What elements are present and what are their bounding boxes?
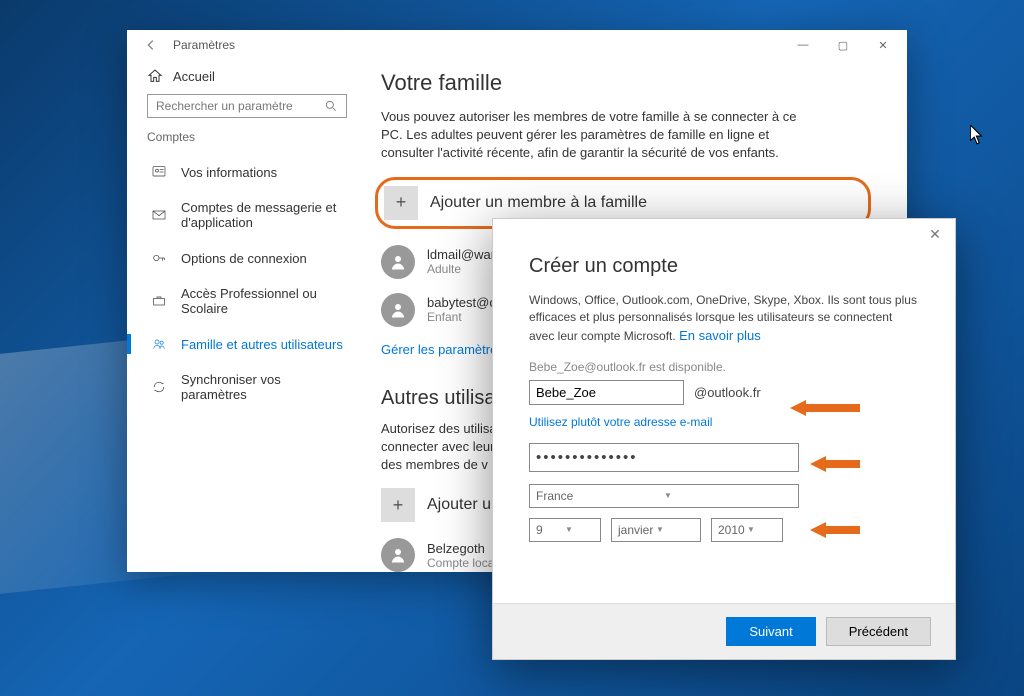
sidebar-home[interactable]: Accueil: [147, 68, 347, 84]
sidebar-item-email-accounts[interactable]: Comptes de messagerie et d'application: [147, 190, 347, 240]
home-icon: [147, 68, 163, 84]
dob-year-select[interactable]: 2010▼: [711, 518, 783, 542]
plus-icon: +: [384, 186, 418, 220]
people-icon: [151, 336, 167, 352]
mail-icon: [151, 207, 167, 223]
annotation-arrow: [810, 454, 860, 474]
sidebar: Accueil Rechercher un paramètre Comptes …: [127, 60, 367, 572]
key-icon: [151, 250, 167, 266]
sidebar-item-label: Options de connexion: [181, 251, 307, 266]
sidebar-item-label: Synchroniser vos paramètres: [181, 372, 347, 402]
dialog-title: Créer un compte: [529, 255, 919, 278]
create-account-dialog: ✕ Créer un compte Windows, Office, Outlo…: [492, 218, 956, 660]
sidebar-item-signin-options[interactable]: Options de connexion: [147, 240, 347, 276]
dob-day-select[interactable]: 9▼: [529, 518, 601, 542]
next-button[interactable]: Suivant: [726, 617, 815, 646]
other-user-type: Compte local: [427, 556, 497, 570]
sidebar-item-sync[interactable]: Synchroniser vos paramètres: [147, 362, 347, 412]
search-icon: [324, 99, 338, 113]
sidebar-item-label: Comptes de messagerie et d'application: [181, 200, 347, 230]
window-title: Paramètres: [173, 38, 235, 52]
sidebar-item-label: Accès Professionnel ou Scolaire: [181, 286, 347, 316]
chevron-down-icon: ▼: [656, 525, 694, 534]
dialog-close-button[interactable]: ✕: [915, 219, 955, 249]
sidebar-category: Comptes: [147, 130, 347, 144]
search-placeholder: Rechercher un paramètre: [156, 99, 324, 113]
person-card-icon: [151, 164, 167, 180]
dialog-description: Windows, Office, Outlook.com, OneDrive, …: [529, 292, 919, 346]
plus-icon: +: [381, 488, 415, 522]
sidebar-item-label: Vos informations: [181, 165, 277, 180]
annotation-arrow: [810, 520, 860, 540]
minimize-button[interactable]: —: [783, 30, 823, 60]
close-button[interactable]: ✕: [863, 30, 903, 60]
avatar-icon: [381, 538, 415, 572]
availability-text: Bebe_Zoe@outlook.fr est disponible.: [529, 360, 919, 374]
country-value: France: [536, 489, 664, 503]
sidebar-item-work-school[interactable]: Accès Professionnel ou Scolaire: [147, 276, 347, 326]
sync-icon: [151, 379, 167, 395]
titlebar: Paramètres — ▢ ✕: [127, 30, 907, 60]
maximize-button[interactable]: ▢: [823, 30, 863, 60]
back-button-dialog[interactable]: Précédent: [826, 617, 931, 646]
sidebar-home-label: Accueil: [173, 69, 215, 84]
sidebar-item-label: Famille et autres utilisateurs: [181, 337, 343, 352]
chevron-down-icon: ▼: [664, 491, 792, 500]
sidebar-item-family-users[interactable]: Famille et autres utilisateurs: [147, 326, 347, 362]
password-input[interactable]: ••••••••••••••: [529, 443, 799, 472]
country-select[interactable]: France▼: [529, 484, 799, 508]
avatar-icon: [381, 293, 415, 327]
family-description: Vous pouvez autoriser les membres de vot…: [381, 108, 801, 163]
email-domain: @outlook.fr: [694, 385, 761, 400]
username-input[interactable]: [529, 380, 684, 405]
search-input[interactable]: Rechercher un paramètre: [147, 94, 347, 118]
chevron-down-icon: ▼: [747, 525, 776, 534]
learn-more-link[interactable]: En savoir plus: [679, 328, 761, 343]
avatar-icon: [381, 245, 415, 279]
chevron-down-icon: ▼: [565, 525, 594, 534]
annotation-arrow: [790, 398, 860, 418]
sidebar-item-your-info[interactable]: Vos informations: [147, 154, 347, 190]
section-title-family: Votre famille: [381, 70, 871, 96]
back-button[interactable]: [137, 31, 165, 59]
briefcase-icon: [151, 293, 167, 309]
other-user-name: Belzegoth: [427, 541, 497, 556]
use-existing-email-link[interactable]: Utilisez plutôt votre adresse e-mail: [529, 415, 919, 429]
add-family-member-label: Ajouter un membre à la famille: [430, 194, 647, 212]
dob-month-select[interactable]: janvier▼: [611, 518, 701, 542]
